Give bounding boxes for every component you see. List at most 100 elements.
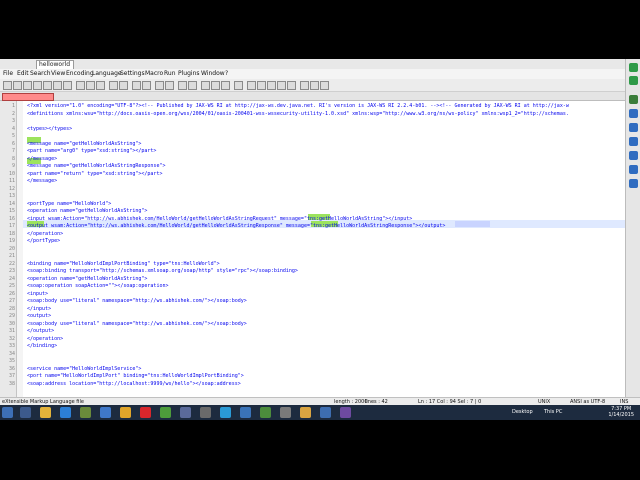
line-number: 36 [8,365,15,372]
xml-tools-icon[interactable] [300,81,309,90]
play-multiple-icon[interactable] [277,81,286,90]
app-icon[interactable] [240,407,251,418]
save-macro-icon[interactable] [287,81,296,90]
line-number: 29 [8,313,15,319]
panel-blue-icon[interactable] [629,137,638,146]
line-number: 33 [8,343,15,349]
menu-search[interactable]: Search [30,69,51,79]
document-tab[interactable] [2,93,54,101]
skype-icon[interactable] [220,407,231,418]
panel-blue-icon[interactable] [629,165,638,174]
undo-icon[interactable] [109,81,118,90]
code-line: <binding name="HelloWorldImplPortBinding… [27,260,220,267]
close-all-icon[interactable] [53,81,62,90]
panel-blue-icon[interactable] [629,109,638,118]
app-icon[interactable] [120,407,131,418]
document-tab-bar [0,92,625,101]
replace-icon[interactable] [142,81,151,90]
print-icon[interactable] [63,81,72,90]
taskbar: Desktop This PC 7:37 PM 1/14/2015 [0,405,640,420]
ie-icon[interactable] [20,407,31,418]
app-icon[interactable] [320,407,331,418]
plugin-a-icon[interactable] [310,81,319,90]
menu-edit[interactable]: Edit [17,69,29,79]
menu-window[interactable]: Window [201,69,225,79]
app-icon[interactable] [60,407,71,418]
panel-blue-icon[interactable] [629,123,638,132]
code-line: <output wsam:Action="http://ws.abhishek.… [27,223,446,229]
up-arrow-icon[interactable] [629,63,638,72]
cut-icon[interactable] [76,81,85,90]
app-icon[interactable] [340,407,351,418]
code-line: <soap:body use="literal" namespace="http… [27,320,247,327]
app-icon[interactable] [280,407,291,418]
app-icon[interactable] [200,407,211,418]
clock[interactable]: 7:37 PM 1/14/2015 [608,406,634,418]
line-number: 34 [8,350,15,357]
code-line: <message name="getHelloWorldAsStringResp… [27,163,166,169]
app-icon[interactable] [160,407,171,418]
app-icon[interactable] [140,407,151,418]
panel-blue-icon[interactable] [629,151,638,160]
menu-plugins[interactable]: Plugins [178,69,200,79]
menu-view[interactable]: View [51,69,65,79]
panel-blue-icon[interactable] [629,179,638,188]
menu-encoding[interactable]: Encoding [66,69,94,79]
panel-green-icon[interactable] [629,95,638,104]
line-number: 32 [8,335,15,342]
word-wrap-icon[interactable] [201,81,210,90]
code-line: </input> [27,305,52,312]
menu-run[interactable]: Run [164,69,176,79]
indent-guide-icon[interactable] [221,81,230,90]
line-number: 22 [8,260,15,267]
desktop-toolbar[interactable]: Desktop [512,409,533,415]
open-file-icon[interactable] [13,81,22,90]
redo-icon[interactable] [119,81,128,90]
start-button-icon[interactable] [2,407,13,418]
menu-settings[interactable]: Settings [120,69,145,79]
fold-margin[interactable] [17,101,23,397]
find-icon[interactable] [132,81,141,90]
thispc-toolbar[interactable]: This PC [544,409,562,415]
line-number: 15 [8,208,15,214]
app-icon[interactable] [100,407,111,418]
play-macro-icon[interactable] [267,81,276,90]
line-number: 28 [8,305,15,312]
menu-language[interactable]: Language [92,69,122,79]
new-file-icon[interactable] [3,81,12,90]
sync-horizontal-icon[interactable] [188,81,197,90]
paste-icon[interactable] [96,81,105,90]
zoom-in-icon[interactable] [155,81,164,90]
code-line: <definitions xmlns:wsu="http://docs.oasi… [27,110,569,117]
record-macro-icon[interactable] [247,81,256,90]
save-icon[interactable] [23,81,32,90]
menu-macro[interactable]: Macro [145,69,163,79]
doc-map-icon[interactable] [234,81,243,90]
line-number: 19 [8,238,15,244]
close-file-icon[interactable] [43,81,52,90]
copy-icon[interactable] [86,81,95,90]
zoom-out-icon[interactable] [165,81,174,90]
line-number: 21 [8,253,15,259]
code-line: <port name="HelloWorldImplPort" binding=… [27,373,244,379]
down-arrow-icon[interactable] [629,76,638,85]
app-icon[interactable] [300,407,311,418]
code-line: <part name="arg0" type="xsd:string"></pa… [27,148,157,154]
app-icon[interactable] [80,407,91,418]
plugin-b-icon[interactable] [320,81,329,90]
line-number: 6 [11,140,15,147]
app-icon[interactable] [180,407,191,418]
menu-help[interactable]: ? [225,69,228,79]
menu-file[interactable]: File [3,69,13,79]
code-line: </operation> [27,335,64,342]
code-line: </operation> [27,230,64,237]
show-all-chars-icon[interactable] [211,81,220,90]
save-all-icon[interactable] [33,81,42,90]
code-line: <operation name="getHelloWorldAsString"> [27,208,148,214]
stop-macro-icon[interactable] [257,81,266,90]
notepad-plus-icon[interactable] [260,407,271,418]
sync-vertical-icon[interactable] [178,81,187,90]
code-editor[interactable]: 1 2 3 4 5 6 7 8 9 10 11 12 13 14 15 16 17 18 19 20 21 22 23 24 2… [0,101,625,397]
explorer-icon[interactable] [40,407,51,418]
line-number: 20 [8,245,15,252]
